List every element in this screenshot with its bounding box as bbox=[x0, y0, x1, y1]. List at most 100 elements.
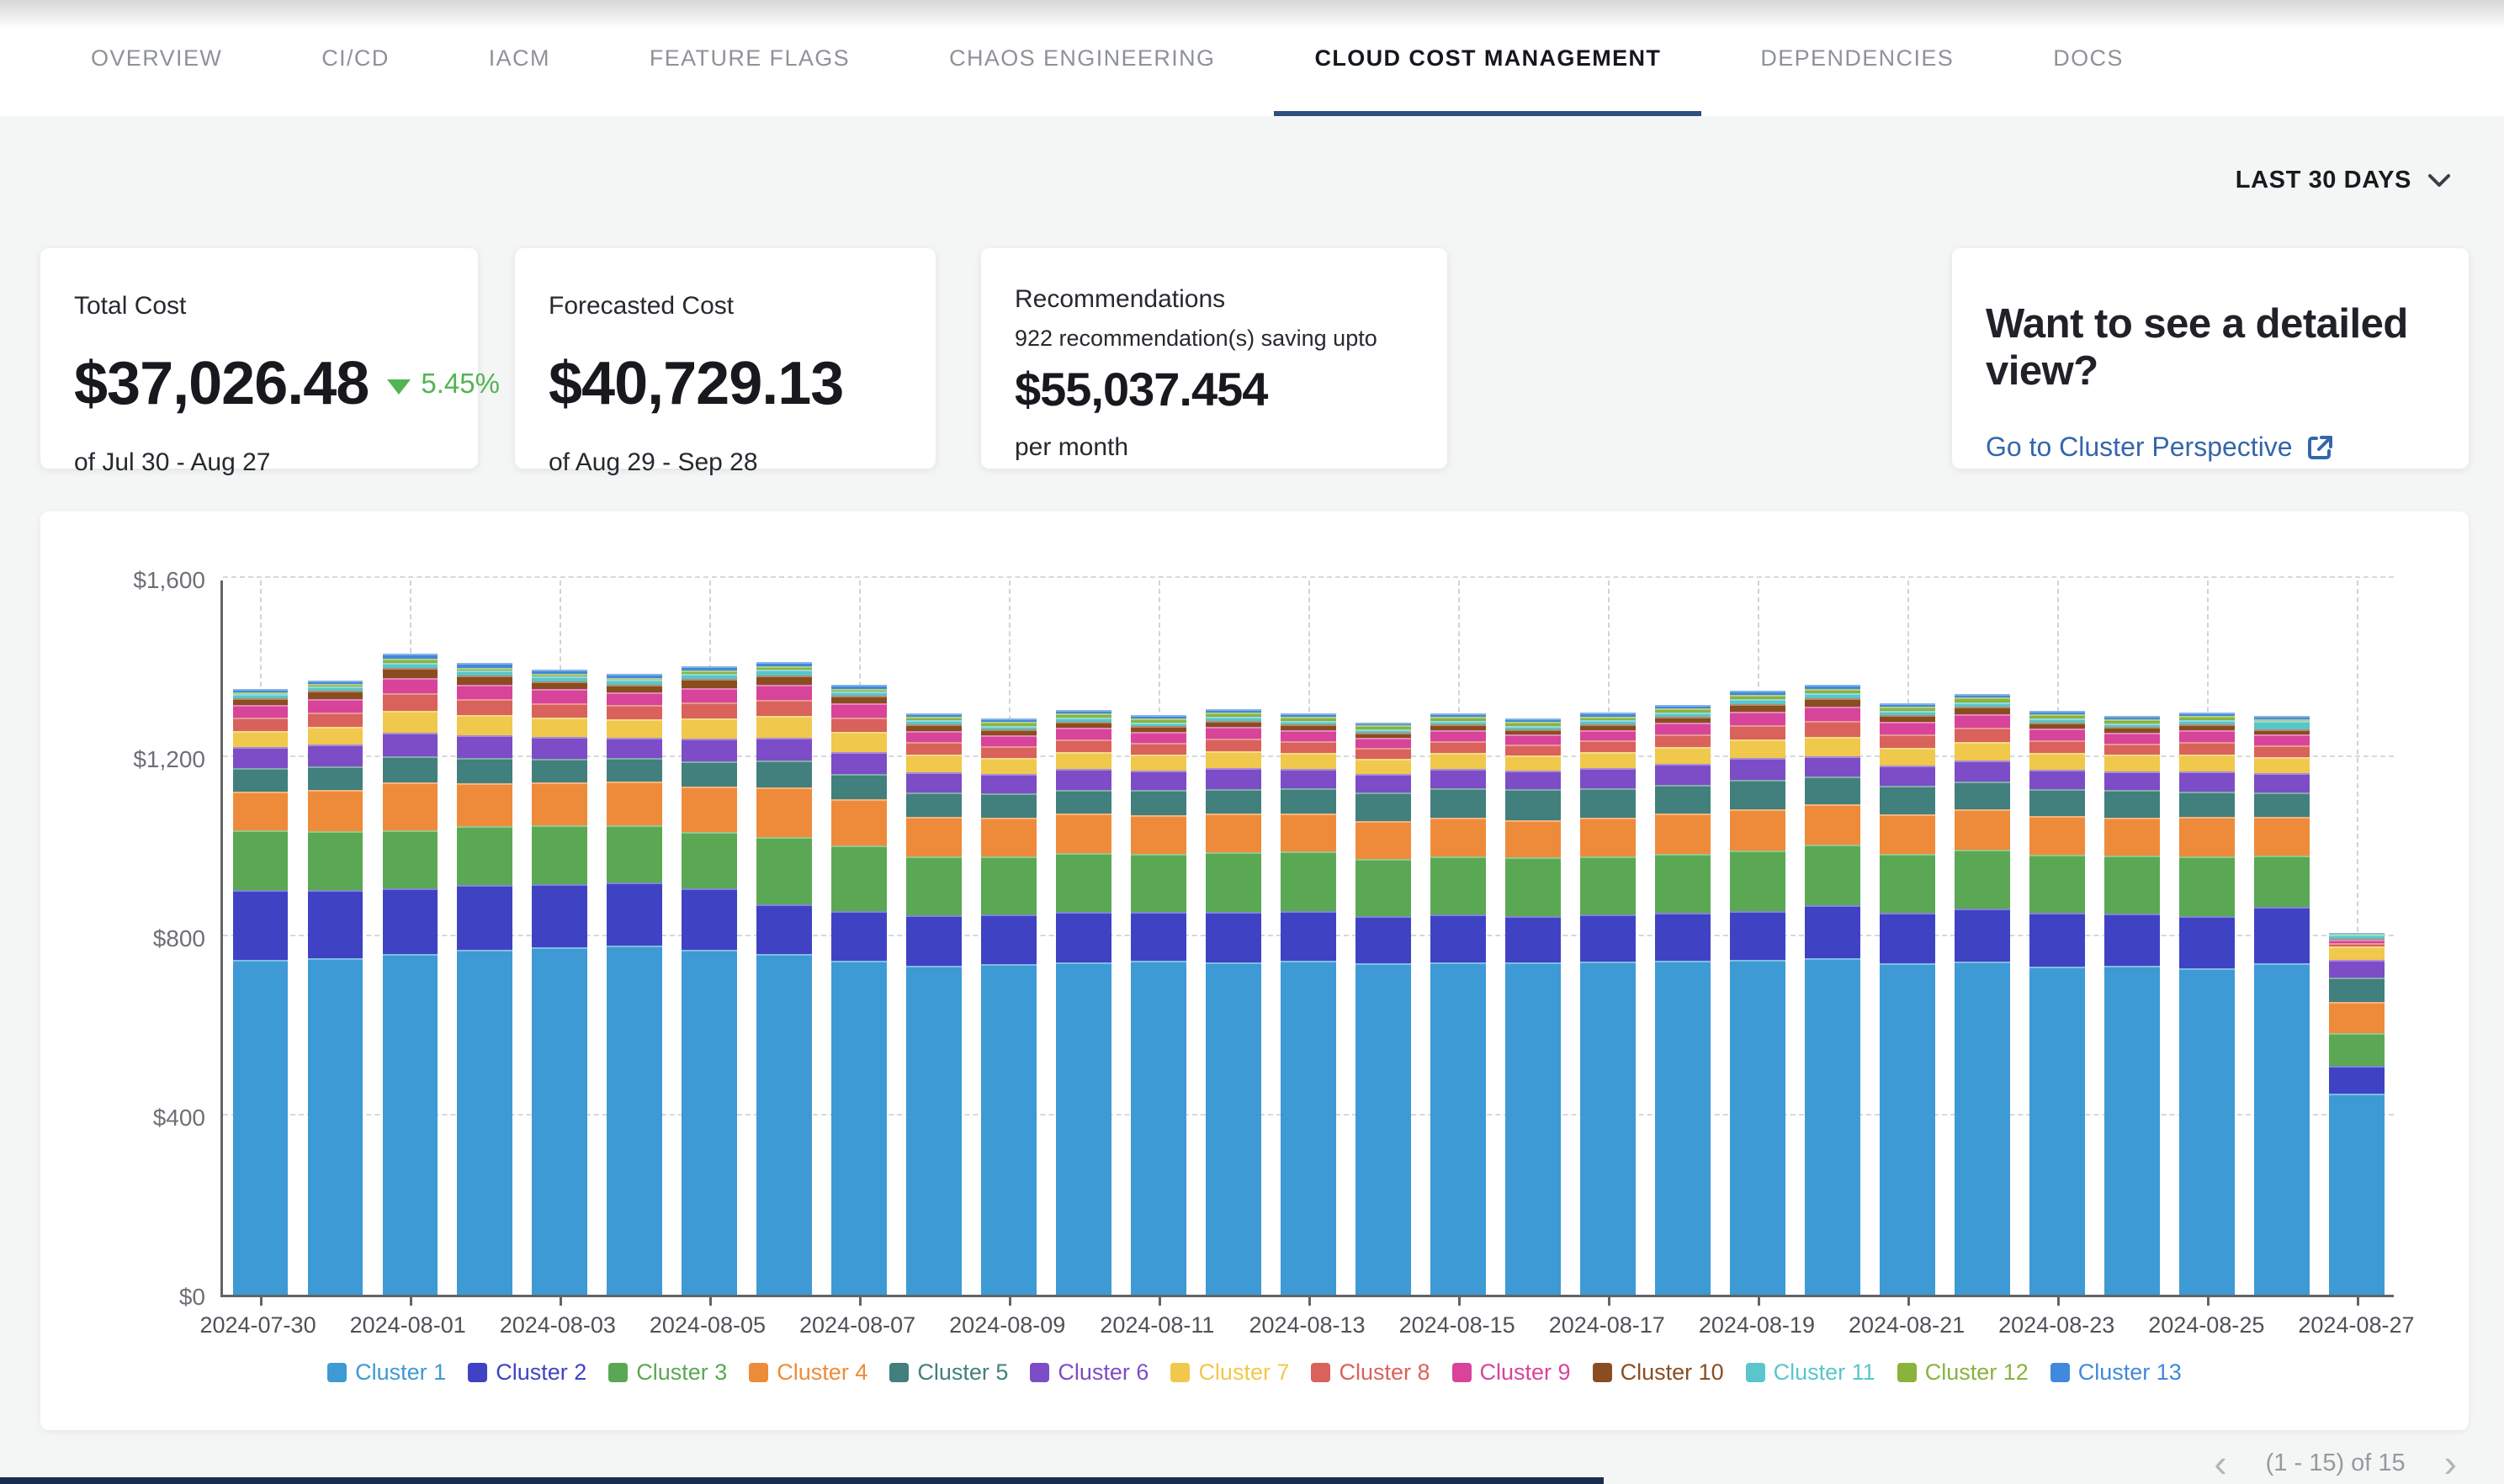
bar-segment-cluster-10[interactable] bbox=[1430, 724, 1486, 730]
bar-segment-cluster-4[interactable] bbox=[1281, 814, 1336, 852]
bar-segment-cluster-8[interactable] bbox=[981, 746, 1037, 758]
legend-item-cluster-1[interactable]: Cluster 1 bbox=[327, 1359, 446, 1386]
tab-feature-flags[interactable]: FEATURE FLAGS bbox=[650, 0, 850, 116]
bar-segment-cluster-7[interactable] bbox=[981, 758, 1037, 774]
bar-segment-cluster-9[interactable] bbox=[2254, 734, 2310, 745]
bar-segment-cluster-7[interactable] bbox=[831, 732, 887, 751]
tab-chaos-engineering[interactable]: CHAOS ENGINEERING bbox=[949, 0, 1215, 116]
stacked-bar-2024-07-30[interactable] bbox=[233, 689, 289, 1295]
bar-segment-cluster-4[interactable] bbox=[1580, 818, 1636, 856]
bar-segment-cluster-8[interactable] bbox=[383, 693, 438, 710]
bar-segment-cluster-6[interactable] bbox=[383, 733, 438, 756]
stacked-bar-2024-08-21[interactable] bbox=[1880, 703, 1935, 1295]
bar-segment-cluster-1[interactable] bbox=[2254, 963, 2310, 1295]
bar-segment-cluster-1[interactable] bbox=[1355, 963, 1411, 1295]
bar-segment-cluster-2[interactable] bbox=[1505, 916, 1561, 962]
bar-segment-cluster-1[interactable] bbox=[383, 954, 438, 1295]
legend-item-cluster-2[interactable]: Cluster 2 bbox=[468, 1359, 586, 1386]
bar-segment-cluster-2[interactable] bbox=[308, 890, 363, 958]
stacked-bar-2024-08-19[interactable] bbox=[1730, 691, 1785, 1295]
bar-segment-cluster-2[interactable] bbox=[1206, 912, 1261, 962]
bar-segment-cluster-4[interactable] bbox=[1206, 814, 1261, 853]
bar-segment-cluster-10[interactable] bbox=[1805, 698, 1860, 707]
bar-segment-cluster-8[interactable] bbox=[1355, 748, 1411, 759]
bar-segment-cluster-6[interactable] bbox=[1505, 771, 1561, 789]
stacked-bar-2024-08-13[interactable] bbox=[1281, 713, 1336, 1295]
bar-segment-cluster-6[interactable] bbox=[607, 738, 662, 758]
stacked-bar-2024-08-15[interactable] bbox=[1430, 713, 1486, 1295]
bar-segment-cluster-5[interactable] bbox=[233, 768, 289, 792]
bar-segment-cluster-4[interactable] bbox=[831, 799, 887, 845]
bar-segment-cluster-3[interactable] bbox=[1281, 851, 1336, 910]
bar-segment-cluster-6[interactable] bbox=[1430, 769, 1486, 788]
bar-segment-cluster-9[interactable] bbox=[308, 699, 363, 713]
bar-segment-cluster-9[interactable] bbox=[1655, 723, 1711, 734]
bar-segment-cluster-5[interactable] bbox=[682, 761, 737, 787]
bar-segment-cluster-9[interactable] bbox=[1805, 707, 1860, 721]
bar-segment-cluster-8[interactable] bbox=[1131, 743, 1186, 755]
bar-segment-cluster-4[interactable] bbox=[756, 787, 812, 837]
bar-segment-cluster-5[interactable] bbox=[981, 793, 1037, 818]
legend-item-cluster-4[interactable]: Cluster 4 bbox=[749, 1359, 867, 1386]
bar-segment-cluster-8[interactable] bbox=[1430, 741, 1486, 753]
bar-segment-cluster-3[interactable] bbox=[1056, 853, 1111, 912]
bar-segment-cluster-1[interactable] bbox=[981, 964, 1037, 1295]
tab-iacm[interactable]: IACM bbox=[489, 0, 550, 116]
bar-segment-cluster-7[interactable] bbox=[1206, 751, 1261, 768]
bar-segment-cluster-2[interactable] bbox=[1056, 912, 1111, 962]
bar-segment-cluster-11[interactable] bbox=[2254, 721, 2310, 729]
bar-segment-cluster-4[interactable] bbox=[1955, 809, 2010, 850]
bar-segment-cluster-3[interactable] bbox=[906, 856, 962, 915]
bar-segment-cluster-5[interactable] bbox=[906, 792, 962, 817]
bar-segment-cluster-1[interactable] bbox=[1805, 958, 1860, 1295]
bar-segment-cluster-3[interactable] bbox=[981, 856, 1037, 914]
bar-segment-cluster-5[interactable] bbox=[831, 774, 887, 799]
bar-segment-cluster-1[interactable] bbox=[308, 958, 363, 1295]
bar-segment-cluster-5[interactable] bbox=[1505, 789, 1561, 819]
bar-segment-cluster-6[interactable] bbox=[308, 745, 363, 766]
bar-segment-cluster-3[interactable] bbox=[532, 825, 587, 883]
bar-segment-cluster-3[interactable] bbox=[308, 831, 363, 889]
bar-segment-cluster-6[interactable] bbox=[1880, 766, 1935, 785]
bar-segment-cluster-8[interactable] bbox=[906, 742, 962, 755]
bar-segment-cluster-6[interactable] bbox=[981, 774, 1037, 793]
bar-segment-cluster-5[interactable] bbox=[308, 766, 363, 791]
bar-segment-cluster-7[interactable] bbox=[1880, 748, 1935, 766]
bar-segment-cluster-8[interactable] bbox=[2029, 740, 2085, 753]
bar-segment-cluster-1[interactable] bbox=[1131, 961, 1186, 1295]
bar-segment-cluster-8[interactable] bbox=[756, 700, 812, 716]
stacked-bar-2024-08-08[interactable] bbox=[906, 713, 962, 1295]
bar-segment-cluster-2[interactable] bbox=[532, 884, 587, 948]
bar-segment-cluster-2[interactable] bbox=[1880, 913, 1935, 963]
bar-segment-cluster-2[interactable] bbox=[1805, 905, 1860, 958]
bar-segment-cluster-5[interactable] bbox=[1805, 776, 1860, 804]
bar-segment-cluster-4[interactable] bbox=[1430, 818, 1486, 856]
bar-segment-cluster-7[interactable] bbox=[1281, 753, 1336, 769]
bar-segment-cluster-7[interactable] bbox=[1730, 739, 1785, 758]
bar-segment-cluster-2[interactable] bbox=[1131, 912, 1186, 962]
stacked-bar-2024-08-14[interactable] bbox=[1355, 723, 1411, 1295]
bar-segment-cluster-1[interactable] bbox=[1955, 962, 2010, 1295]
stacked-bar-2024-08-26[interactable] bbox=[2254, 716, 2310, 1295]
bar-segment-cluster-7[interactable] bbox=[532, 718, 587, 737]
bar-segment-cluster-4[interactable] bbox=[1131, 815, 1186, 854]
bar-segment-cluster-4[interactable] bbox=[1505, 820, 1561, 858]
bar-segment-cluster-9[interactable] bbox=[1056, 728, 1111, 739]
bar-segment-cluster-4[interactable] bbox=[233, 792, 289, 831]
stacked-bar-2024-08-10[interactable] bbox=[1056, 710, 1111, 1295]
bar-segment-cluster-10[interactable] bbox=[1655, 717, 1711, 723]
bar-segment-cluster-8[interactable] bbox=[532, 703, 587, 718]
bar-segment-cluster-7[interactable] bbox=[2104, 755, 2160, 771]
bar-segment-cluster-8[interactable] bbox=[308, 713, 363, 727]
bar-segment-cluster-5[interactable] bbox=[756, 761, 812, 787]
bar-segment-cluster-3[interactable] bbox=[1955, 850, 2010, 909]
bar-segment-cluster-9[interactable] bbox=[1580, 730, 1636, 741]
bar-segment-cluster-3[interactable] bbox=[756, 837, 812, 904]
bar-segment-cluster-2[interactable] bbox=[1281, 911, 1336, 962]
stacked-bar-2024-08-17[interactable] bbox=[1580, 713, 1636, 1295]
bar-segment-cluster-5[interactable] bbox=[2104, 790, 2160, 818]
bar-segment-cluster-8[interactable] bbox=[2179, 742, 2235, 755]
bar-segment-cluster-8[interactable] bbox=[1805, 721, 1860, 736]
legend-item-cluster-5[interactable]: Cluster 5 bbox=[889, 1359, 1008, 1386]
bar-segment-cluster-1[interactable] bbox=[607, 946, 662, 1295]
